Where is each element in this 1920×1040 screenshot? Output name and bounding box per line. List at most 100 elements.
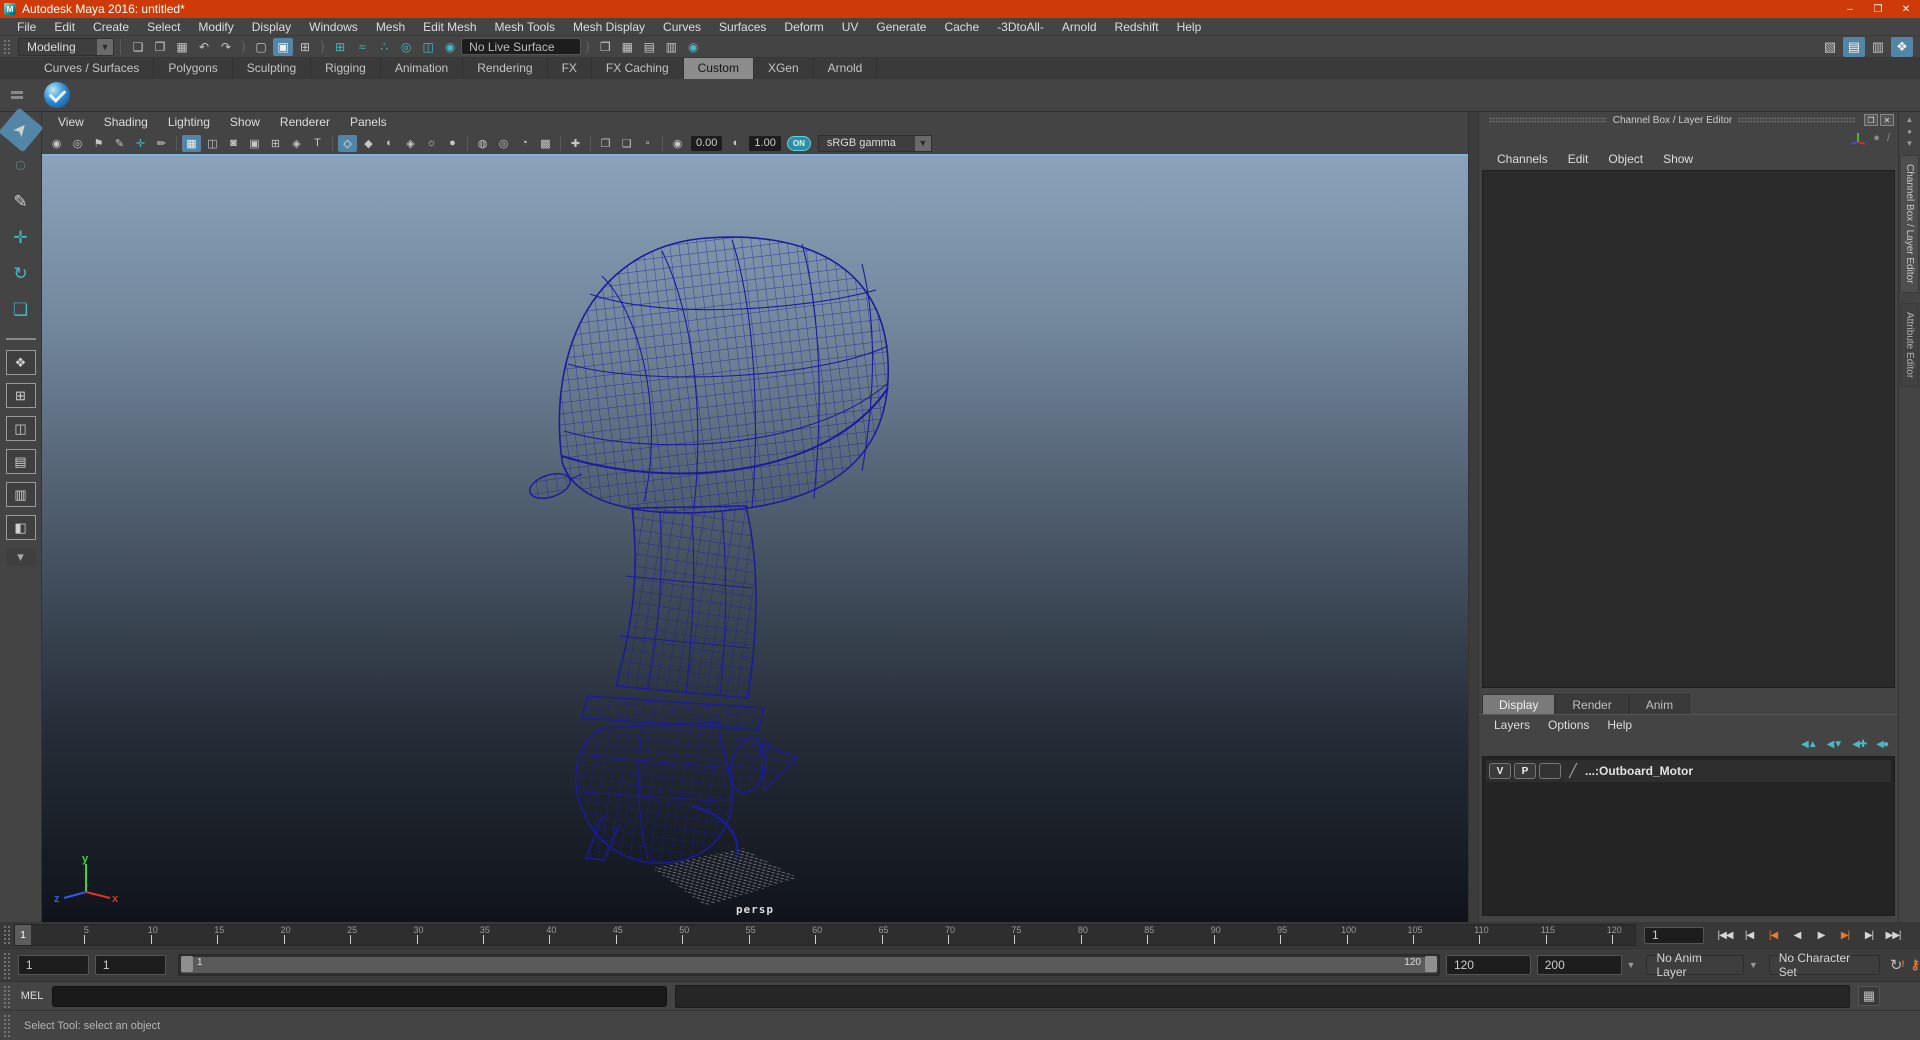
options[interactable]: Options	[1539, 718, 1598, 732]
close-icon[interactable]: ✕	[1892, 0, 1920, 18]
surfaces[interactable]: Surfaces	[710, 18, 775, 36]
polygons[interactable]: Polygons	[154, 58, 233, 79]
render[interactable]: Render	[1555, 694, 1629, 714]
lighting-toggle-icon[interactable]: ☼	[422, 135, 441, 152]
show[interactable]: Show	[220, 115, 270, 129]
fx-caching[interactable]: FX Caching	[591, 58, 684, 79]
maximize-icon[interactable]: ❐	[1864, 0, 1892, 18]
scroll-thumb-icon[interactable]: ●	[1907, 127, 1912, 136]
toolbar-grip[interactable]	[2, 38, 10, 55]
time-slider-grip[interactable]	[2, 924, 10, 946]
curves[interactable]: Curves	[654, 18, 710, 36]
snap-to-view-planes-icon[interactable]: ◫	[418, 38, 438, 56]
layer-color-swatch[interactable]: ╱	[1564, 763, 1582, 779]
select[interactable]: Select	[138, 18, 189, 36]
modify[interactable]: Modify	[189, 18, 242, 36]
camera-attributes-icon[interactable]: ◎	[68, 135, 87, 152]
arnold[interactable]: Arnold	[1053, 18, 1106, 36]
speed-state-icon[interactable]: ●	[1873, 132, 1880, 144]
scroll-up-icon[interactable]: ▲	[1906, 115, 1914, 124]
playback-loop-icon[interactable]: ↻	[1890, 956, 1904, 974]
snap-to-curves-icon[interactable]: ≈	[352, 38, 372, 56]
cache[interactable]: Cache	[935, 18, 988, 36]
hyperbolic-state-icon[interactable]: /	[1887, 132, 1890, 144]
ambient-occlusion-icon[interactable]: ◍	[473, 135, 492, 152]
layout-four-view-icon[interactable]: ⊞	[5, 383, 36, 408]
resolution-gate-icon[interactable]: ◙	[224, 135, 243, 152]
step-back-frame-icon[interactable]: |◀	[1738, 925, 1760, 945]
display[interactable]: Display	[243, 18, 300, 36]
help-line-grip[interactable]	[2, 1013, 10, 1038]
make-live-icon[interactable]: ◉	[440, 38, 460, 56]
windows[interactable]: Windows	[300, 18, 367, 36]
save-scene-icon[interactable]: ▦	[172, 38, 192, 56]
open-scene-icon[interactable]: ❒	[150, 38, 170, 56]
isolate-select-icon[interactable]: ✚	[566, 135, 585, 152]
pane-layout-previous-icon[interactable]: ❐	[596, 135, 615, 152]
camera-pivot-icon[interactable]: ✛	[131, 135, 150, 152]
ipr-render-icon[interactable]: ▤	[639, 38, 659, 56]
play-forwards-icon[interactable]: ▶	[1810, 925, 1832, 945]
tab-attribute-editor[interactable]: Attribute Editor	[1900, 302, 1919, 387]
create[interactable]: Create	[84, 18, 138, 36]
help[interactable]: Help	[1598, 718, 1641, 732]
render-current-frame-icon[interactable]: ▦	[617, 38, 637, 56]
hypershade-icon[interactable]: ◉	[683, 38, 703, 56]
play-backwards-icon[interactable]: ◀	[1786, 925, 1808, 945]
rendering[interactable]: Rendering	[463, 58, 548, 79]
uv[interactable]: UV	[833, 18, 868, 36]
move-layer-up-icon[interactable]: ◀▲	[1801, 739, 1818, 750]
arnold[interactable]: Arnold	[813, 58, 878, 79]
contrast-icon[interactable]: ◐	[726, 135, 745, 152]
color-space-selector[interactable]: sRGB gamma ▼	[817, 134, 932, 152]
layer-visible-toggle[interactable]: V	[1489, 763, 1511, 779]
chevron-down-icon[interactable]: ▼	[1749, 960, 1758, 970]
layer-display-type-toggle[interactable]	[1539, 763, 1561, 779]
render-view-icon[interactable]: ❒	[595, 38, 615, 56]
range-grip[interactable]	[2, 951, 10, 979]
float-panel-icon[interactable]: ❐	[1864, 114, 1879, 126]
layer-row[interactable]: V P ╱ ...:Outboard_Motor	[1486, 760, 1891, 782]
channel-box-toggle-icon[interactable]: ❖	[1891, 36, 1913, 57]
layout-more-icon[interactable]: ▾	[5, 548, 36, 566]
panels[interactable]: Panels	[340, 115, 397, 129]
snap-to-points-icon[interactable]: ∴	[374, 38, 394, 56]
script-editor-icon[interactable]: ▦	[1858, 986, 1880, 1006]
layout-persp-uv-icon[interactable]: ◧	[5, 515, 36, 540]
display[interactable]: Display	[1482, 694, 1556, 714]
object[interactable]: Object	[1598, 152, 1653, 166]
mesh[interactable]: Mesh	[367, 18, 414, 36]
shading[interactable]: Shading	[94, 115, 158, 129]
view[interactable]: View	[48, 115, 94, 129]
edit[interactable]: Edit	[45, 18, 84, 36]
select-component-icon[interactable]: ⊞	[295, 38, 315, 56]
mel-input[interactable]	[52, 985, 667, 1007]
playback-start-field[interactable]: 1	[94, 955, 166, 975]
deform[interactable]: Deform	[775, 18, 832, 36]
current-frame-marker[interactable]: 1	[15, 925, 31, 945]
go-to-start-icon[interactable]: |◀◀	[1714, 925, 1736, 945]
menu-set-selector[interactable]: Modeling ▼	[18, 37, 114, 56]
shadows-toggle-icon[interactable]: ●	[443, 135, 462, 152]
select-object-icon[interactable]: ▣	[273, 37, 294, 56]
scroll-down-icon[interactable]: ▼	[1906, 139, 1914, 148]
move-tool-icon[interactable]: ✛	[5, 222, 37, 254]
shelf-item-icon[interactable]	[44, 82, 70, 108]
low-res-preview-icon[interactable]: ▫	[638, 135, 657, 152]
step-forward-frame-icon[interactable]: ▶|	[1858, 925, 1880, 945]
lighting[interactable]: Lighting	[158, 115, 220, 129]
animation-end-field[interactable]: 200	[1536, 955, 1622, 975]
generate[interactable]: Generate	[867, 18, 935, 36]
edit-mesh[interactable]: Edit Mesh	[414, 18, 485, 36]
manip-axis-icon[interactable]	[1850, 131, 1866, 145]
step-forward-key-icon[interactable]: ▶|	[1834, 925, 1856, 945]
color-management-toggle[interactable]: ON	[786, 135, 811, 151]
image-plane-icon[interactable]: ✏	[152, 135, 171, 152]
playback-end-field[interactable]: 120	[1445, 955, 1531, 975]
curves-surfaces[interactable]: Curves / Surfaces	[30, 58, 155, 79]
render-settings-icon[interactable]: ▥	[661, 38, 681, 56]
renderer[interactable]: Renderer	[270, 115, 340, 129]
layout-single-pane-icon[interactable]: ❖	[5, 350, 36, 375]
safe-action-icon[interactable]: ◈	[287, 135, 306, 152]
channels[interactable]: Channels	[1487, 152, 1558, 166]
